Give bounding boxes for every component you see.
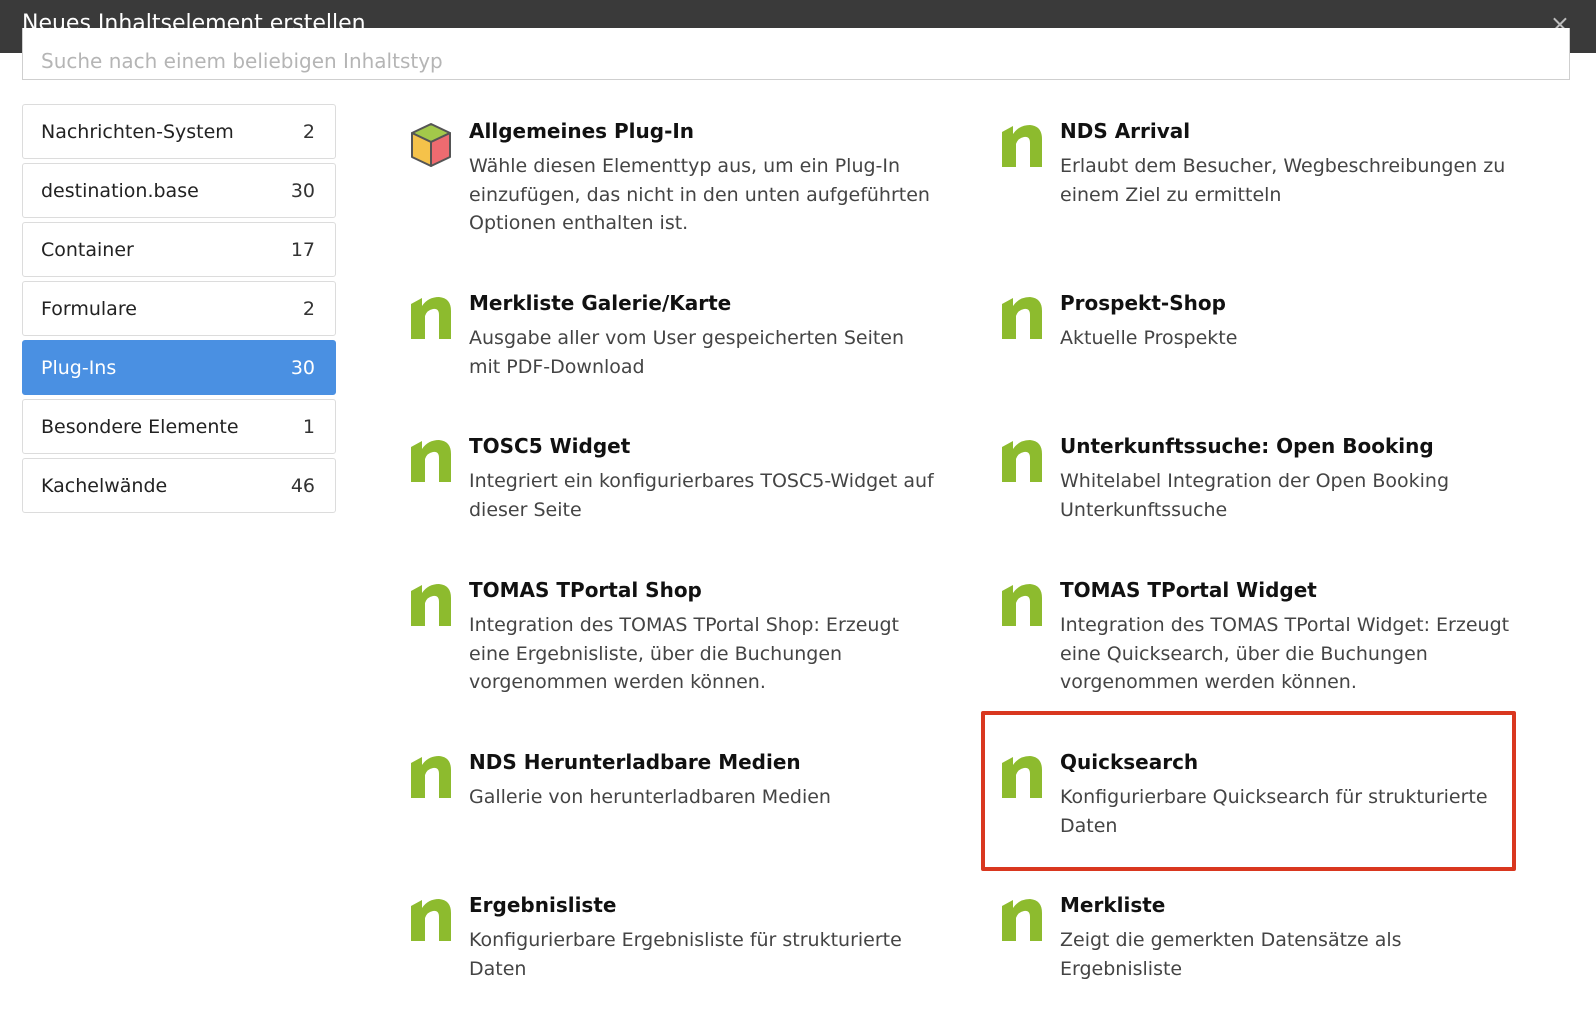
element-description: Integriert ein konfigurierbares TOSC5-Wi… xyxy=(469,470,934,521)
n-logo-icon xyxy=(411,440,451,482)
cube-icon xyxy=(411,123,451,167)
element-description: Aktuelle Prospekte xyxy=(1060,327,1238,349)
n-logo-icon xyxy=(1002,899,1042,941)
sidebar-item-label: Plug-Ins xyxy=(41,357,117,379)
n-logo-icon xyxy=(411,899,451,941)
n-logo-icon xyxy=(1002,756,1042,798)
sidebar-item-container[interactable]: Container 17 xyxy=(22,222,336,277)
n-logo-icon xyxy=(411,584,451,626)
element-name: Allgemeines Plug-In xyxy=(469,119,695,143)
element-name: Prospekt-Shop xyxy=(1060,291,1226,315)
element-description: Ausgabe aller vom User gespeicherten Sei… xyxy=(469,327,905,378)
element-name: NDS Herunterladbare Medien xyxy=(469,750,801,774)
element-name: Unterkunftssuche: Open Booking xyxy=(1060,434,1434,458)
element-name: TOMAS TPortal Widget xyxy=(1060,578,1317,602)
element-description: Wähle diesen Elementtyp aus, um ein Plug… xyxy=(469,155,930,234)
sidebar-item-formulare[interactable]: Formulare 2 xyxy=(22,281,336,336)
element-description: Zeigt die gemerkten Datensätze als Ergeb… xyxy=(1060,929,1402,980)
category-sidebar: Nachrichten-System 2 destination.base 30… xyxy=(22,104,336,517)
element-name: Quicksearch xyxy=(1060,750,1199,774)
sidebar-item-label: Container xyxy=(41,239,134,261)
n-logo-icon xyxy=(1002,297,1042,339)
element-name: TOSC5 Widget xyxy=(469,434,631,458)
element-description: Gallerie von herunterladbaren Medien xyxy=(469,786,831,808)
sidebar-item-besondere-elemente[interactable]: Besondere Elemente 1 xyxy=(22,399,336,454)
n-logo-icon xyxy=(1002,125,1042,167)
element-name: Merkliste Galerie/Karte xyxy=(469,291,732,315)
element-name: Ergebnisliste xyxy=(469,893,617,917)
n-logo-icon xyxy=(1002,584,1042,626)
sidebar-item-label: Besondere Elemente xyxy=(41,416,239,438)
sidebar-item-label: Nachrichten-System xyxy=(41,121,234,143)
sidebar-item-kachelwaende[interactable]: Kachelwände 46 xyxy=(22,458,336,513)
sidebar-item-count: 30 xyxy=(290,180,315,202)
n-logo-icon xyxy=(411,297,451,339)
sidebar-item-label: Formulare xyxy=(41,298,137,320)
element-description: Erlaubt dem Besucher, Wegbeschreibungen … xyxy=(1060,155,1506,206)
sidebar-item-count: 1 xyxy=(302,416,315,438)
sidebar-item-label: destination.base xyxy=(41,180,199,202)
sidebar-item-count: 30 xyxy=(290,357,315,379)
n-logo-icon xyxy=(1002,440,1042,482)
sidebar-item-count: 2 xyxy=(302,298,315,320)
element-description: Integration des TOMAS TPortal Widget: Er… xyxy=(1060,614,1510,693)
sidebar-item-destination-base[interactable]: destination.base 30 xyxy=(22,163,336,218)
element-description: Konfigurierbare Quicksearch für struktur… xyxy=(1060,786,1488,837)
element-description: Whitelabel Integration der Open Booking … xyxy=(1060,470,1450,521)
sidebar-item-count: 2 xyxy=(302,121,315,143)
sidebar-item-label: Kachelwände xyxy=(41,475,168,497)
element-name: Merkliste xyxy=(1060,893,1166,917)
sidebar-item-plug-ins[interactable]: Plug-Ins 30 xyxy=(22,340,336,395)
n-logo-icon xyxy=(411,756,451,798)
element-name: TOMAS TPortal Shop xyxy=(469,578,702,602)
sidebar-item-nachrichten-system[interactable]: Nachrichten-System 2 xyxy=(22,104,336,159)
sidebar-item-count: 46 xyxy=(290,475,315,497)
element-description: Konfigurierbare Ergebnisliste für strukt… xyxy=(469,929,902,980)
search-input[interactable] xyxy=(22,28,1570,80)
element-description: Integration des TOMAS TPortal Shop: Erze… xyxy=(469,614,899,693)
sidebar-item-count: 17 xyxy=(290,239,315,261)
element-name: NDS Arrival xyxy=(1060,119,1191,143)
